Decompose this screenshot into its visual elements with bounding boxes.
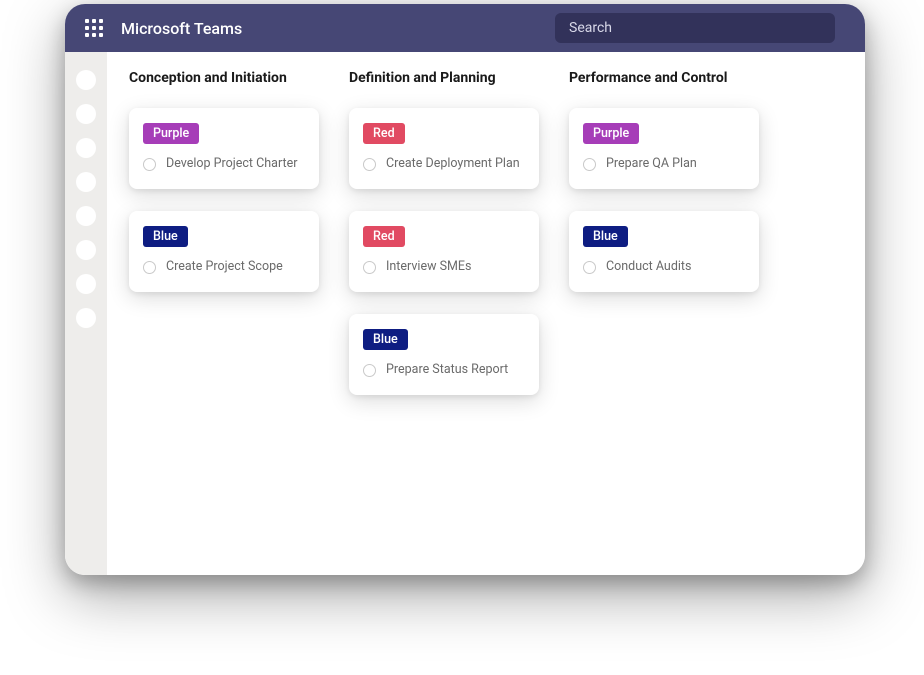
app-title: Microsoft Teams — [121, 19, 242, 38]
body: Conception and Initiation Purple Develop… — [65, 52, 865, 575]
sidebar-item[interactable] — [76, 70, 96, 90]
task-text: Prepare QA Plan — [606, 156, 697, 173]
card-tag: Red — [363, 123, 405, 144]
kanban-card[interactable]: Blue Prepare Status Report — [349, 314, 539, 395]
kanban-column: Definition and Planning Red Create Deplo… — [349, 70, 539, 557]
kanban-card[interactable]: Purple Develop Project Charter — [129, 108, 319, 189]
sidebar-item[interactable] — [76, 308, 96, 328]
waffle-icon[interactable] — [85, 19, 103, 37]
radio-icon[interactable] — [363, 364, 376, 377]
card-tag: Blue — [363, 329, 408, 350]
search-input[interactable]: Search — [555, 13, 835, 43]
task-row: Prepare Status Report — [363, 362, 525, 379]
column-title: Definition and Planning — [349, 70, 539, 86]
card-tag: Red — [363, 226, 405, 247]
task-text: Create Deployment Plan — [386, 156, 520, 173]
kanban-column: Conception and Initiation Purple Develop… — [129, 70, 319, 557]
task-row: Develop Project Charter — [143, 156, 305, 173]
task-text: Develop Project Charter — [166, 156, 297, 173]
kanban-card[interactable]: Red Interview SMEs — [349, 211, 539, 292]
kanban-column: Performance and Control Purple Prepare Q… — [569, 70, 759, 557]
task-text: Create Project Scope — [166, 259, 283, 276]
sidebar-item[interactable] — [76, 240, 96, 260]
kanban-card[interactable]: Red Create Deployment Plan — [349, 108, 539, 189]
card-tag: Blue — [143, 226, 188, 247]
task-row: Create Project Scope — [143, 259, 305, 276]
sidebar-item[interactable] — [76, 172, 96, 192]
column-title: Performance and Control — [569, 70, 759, 86]
task-row: Prepare QA Plan — [583, 156, 745, 173]
kanban-card[interactable]: Blue Create Project Scope — [129, 211, 319, 292]
task-text: Interview SMEs — [386, 259, 471, 276]
search-placeholder: Search — [569, 20, 612, 36]
sidebar-item[interactable] — [76, 206, 96, 226]
card-tag: Purple — [143, 123, 199, 144]
task-text: Conduct Audits — [606, 259, 691, 276]
sidebar — [65, 52, 107, 575]
kanban-board: Conception and Initiation Purple Develop… — [107, 52, 865, 575]
radio-icon[interactable] — [583, 261, 596, 274]
sidebar-item[interactable] — [76, 274, 96, 294]
column-title: Conception and Initiation — [129, 70, 319, 86]
app-window: Microsoft Teams Search Conception and In… — [65, 4, 865, 575]
task-text: Prepare Status Report — [386, 362, 508, 379]
task-row: Create Deployment Plan — [363, 156, 525, 173]
sidebar-item[interactable] — [76, 104, 96, 124]
radio-icon[interactable] — [363, 158, 376, 171]
card-tag: Blue — [583, 226, 628, 247]
card-tag: Purple — [583, 123, 639, 144]
header-bar: Microsoft Teams Search — [65, 4, 865, 52]
kanban-card[interactable]: Purple Prepare QA Plan — [569, 108, 759, 189]
radio-icon[interactable] — [363, 261, 376, 274]
sidebar-item[interactable] — [76, 138, 96, 158]
radio-icon[interactable] — [143, 261, 156, 274]
task-row: Conduct Audits — [583, 259, 745, 276]
kanban-card[interactable]: Blue Conduct Audits — [569, 211, 759, 292]
task-row: Interview SMEs — [363, 259, 525, 276]
radio-icon[interactable] — [143, 158, 156, 171]
radio-icon[interactable] — [583, 158, 596, 171]
